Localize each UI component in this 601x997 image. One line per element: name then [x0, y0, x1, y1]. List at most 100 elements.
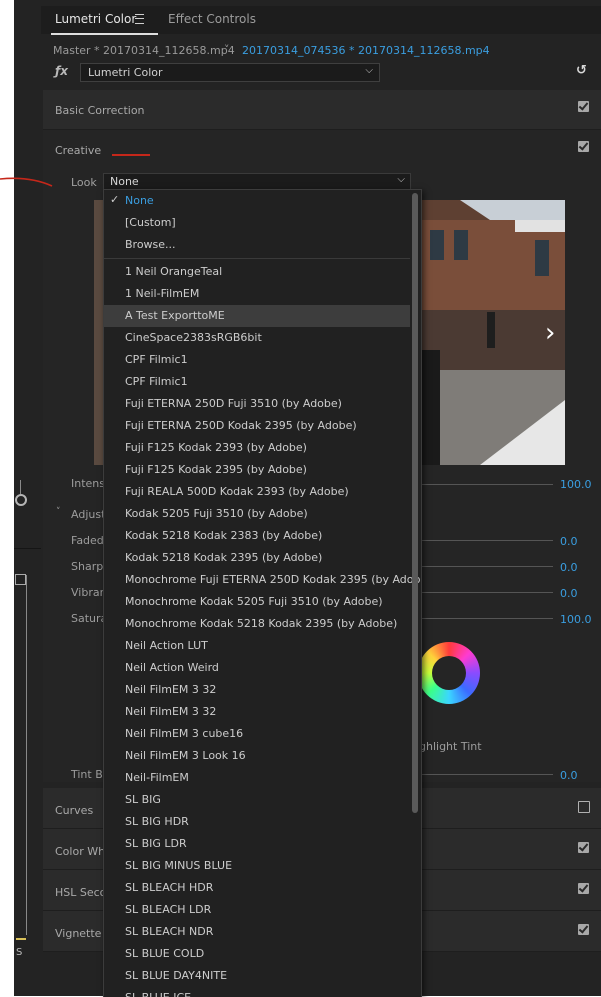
annotation-stroke: [0, 177, 53, 187]
look-option-label: SL BLUE ICE: [125, 991, 191, 997]
section-title: HSL Seco: [55, 886, 107, 899]
look-option[interactable]: Monochrome Kodak 5205 Fuji 3510 (by Adob…: [104, 591, 410, 613]
curves-checkbox[interactable]: [578, 801, 590, 813]
annotation-underline: [112, 154, 150, 156]
look-option[interactable]: 1 Neil OrangeTeal: [104, 261, 410, 283]
look-option[interactable]: SL BIG LDR: [104, 833, 410, 855]
vignette-checkbox[interactable]: [578, 924, 589, 935]
look-option[interactable]: Kodak 5205 Fuji 3510 (by Adobe): [104, 503, 410, 525]
look-option-browse[interactable]: Browse...: [104, 234, 410, 256]
look-option-label: Neil FilmEM 3 cube16: [125, 727, 244, 740]
section-basic-correction[interactable]: Basic Correction: [43, 90, 601, 130]
look-option-label: Kodak 5218 Kodak 2395 (by Adobe): [125, 551, 323, 564]
tint-balance-value[interactable]: 0.0: [560, 769, 578, 782]
section-title: Basic Correction: [55, 104, 145, 117]
effect-row: ƒx Lumetri Color ⌵ ↺: [41, 62, 601, 84]
tint-balance-slider[interactable]: [420, 774, 553, 775]
tab-effect-controls[interactable]: Effect Controls: [168, 12, 256, 26]
look-option[interactable]: A Test ExporttoME: [104, 305, 410, 327]
look-option-none[interactable]: ✓ None: [104, 190, 410, 212]
master-clip-label[interactable]: Master * 20170314_112658.mp4: [53, 44, 235, 57]
look-option[interactable]: CPF Filmic1: [104, 349, 410, 371]
sharpen-slider[interactable]: [420, 566, 553, 567]
look-option[interactable]: SL BLUE COLD: [104, 943, 410, 965]
left-frame-handle[interactable]: [15, 574, 26, 585]
look-option-label: CineSpace2383sRGB6bit: [125, 331, 262, 344]
look-option[interactable]: 1 Neil-FilmEM: [104, 283, 410, 305]
slider-knob[interactable]: [15, 494, 27, 506]
basic-correction-checkbox[interactable]: [578, 101, 589, 112]
look-option[interactable]: Monochrome Kodak 5218 Kodak 2395 (by Ado…: [104, 613, 410, 635]
look-option[interactable]: SL BLUE DAY4NITE: [104, 965, 410, 987]
look-option-custom[interactable]: [Custom]: [104, 212, 410, 234]
look-option-label: A Test ExporttoME: [125, 309, 225, 322]
look-option[interactable]: Kodak 5218 Kodak 2383 (by Adobe): [104, 525, 410, 547]
effect-select[interactable]: Lumetri Color ⌵: [80, 63, 380, 82]
look-option[interactable]: Neil Action Weird: [104, 657, 410, 679]
dropdown-scrollbar[interactable]: [412, 193, 418, 813]
look-option[interactable]: Fuji ETERNA 250D Kodak 2395 (by Adobe): [104, 415, 410, 437]
look-option-label: Monochrome Kodak 5218 Kodak 2395 (by Ado…: [125, 617, 398, 630]
fx-icon[interactable]: ƒx: [55, 64, 68, 78]
look-option[interactable]: Neil-FilmEM: [104, 767, 410, 789]
checkmark-icon: ✓: [110, 193, 120, 206]
left-panel-strip: S: [14, 0, 41, 996]
look-option-label: SL BIG: [125, 793, 161, 806]
panel-menu-icon[interactable]: [135, 14, 144, 24]
look-option[interactable]: Neil FilmEM 3 Look 16: [104, 745, 410, 767]
look-option[interactable]: Fuji ETERNA 250D Fuji 3510 (by Adobe): [104, 393, 410, 415]
saturation-value[interactable]: 100.0: [560, 613, 592, 626]
section-title: Creative: [55, 144, 102, 157]
preview-photo: [420, 200, 565, 465]
tab-lumetri-color[interactable]: Lumetri Color: [55, 12, 136, 26]
chevron-down-icon[interactable]: ˅: [224, 43, 230, 56]
look-option[interactable]: Neil FilmEM 3 32: [104, 679, 410, 701]
faded-film-value[interactable]: 0.0: [560, 535, 578, 548]
hsl-secondary-checkbox[interactable]: [578, 883, 589, 894]
vibrance-value[interactable]: 0.0: [560, 587, 578, 600]
next-look-arrow-icon[interactable]: ›: [545, 318, 555, 348]
wheel-center: [432, 656, 466, 690]
vibrance-slider[interactable]: [420, 592, 553, 593]
section-title: Vignette: [55, 927, 102, 940]
intensity-slider[interactable]: [420, 484, 553, 485]
look-option[interactable]: Neil FilmEM 3 32: [104, 701, 410, 723]
highlight-tint-label: ghlight Tint: [419, 740, 482, 753]
look-option[interactable]: Fuji F125 Kodak 2395 (by Adobe): [104, 459, 410, 481]
look-option[interactable]: Fuji F125 Kodak 2393 (by Adobe): [104, 437, 410, 459]
saturation-slider[interactable]: [420, 618, 553, 619]
look-option[interactable]: Fuji REALA 500D Kodak 2393 (by Adobe): [104, 481, 410, 503]
faded-film-slider[interactable]: [420, 540, 553, 541]
look-option-label: Neil FilmEM 3 Look 16: [125, 749, 246, 762]
active-tab-indicator: [51, 33, 158, 35]
reset-icon[interactable]: ↺: [576, 63, 587, 78]
look-option[interactable]: SL BLEACH NDR: [104, 921, 410, 943]
look-option[interactable]: SL BIG MINUS BLUE: [104, 855, 410, 877]
adjustments-label[interactable]: Adjust: [71, 508, 105, 521]
look-option[interactable]: SL BIG HDR: [104, 811, 410, 833]
color-wheels-checkbox[interactable]: [578, 842, 589, 853]
look-option[interactable]: Monochrome Fuji ETERNA 250D Kodak 2395 (…: [104, 569, 421, 591]
adjustments-chevron-icon[interactable]: ˅: [56, 507, 61, 517]
look-option-label: Fuji F125 Kodak 2393 (by Adobe): [125, 441, 307, 454]
section-creative[interactable]: Creative: [43, 130, 601, 168]
intensity-value[interactable]: 100.0: [560, 478, 592, 491]
look-option[interactable]: Neil Action LUT: [104, 635, 410, 657]
chevron-down-icon: ⌵: [365, 65, 373, 76]
active-clip-label[interactable]: 20170314_074536 * 20170314_112658.mp4: [242, 44, 490, 57]
look-option[interactable]: CPF Filmic1: [104, 371, 410, 393]
look-option[interactable]: SL BIG: [104, 789, 410, 811]
look-select-value: None: [110, 175, 139, 188]
look-option[interactable]: SL BLEACH HDR: [104, 877, 410, 899]
look-option[interactable]: CineSpace2383sRGB6bit: [104, 327, 410, 349]
look-option[interactable]: Neil FilmEM 3 cube16: [104, 723, 410, 745]
look-option-label: Neil FilmEM 3 32: [125, 683, 217, 696]
look-option[interactable]: Kodak 5218 Kodak 2395 (by Adobe): [104, 547, 410, 569]
look-option-label: CPF Filmic1: [125, 375, 188, 388]
creative-checkbox[interactable]: [578, 141, 589, 152]
look-option-label: Fuji REALA 500D Kodak 2393 (by Adobe): [125, 485, 349, 498]
look-option-label: Monochrome Fuji ETERNA 250D Kodak 2395 (…: [125, 573, 422, 586]
sharpen-value[interactable]: 0.0: [560, 561, 578, 574]
look-option[interactable]: SL BLEACH LDR: [104, 899, 410, 921]
look-preview-image: [420, 200, 565, 465]
